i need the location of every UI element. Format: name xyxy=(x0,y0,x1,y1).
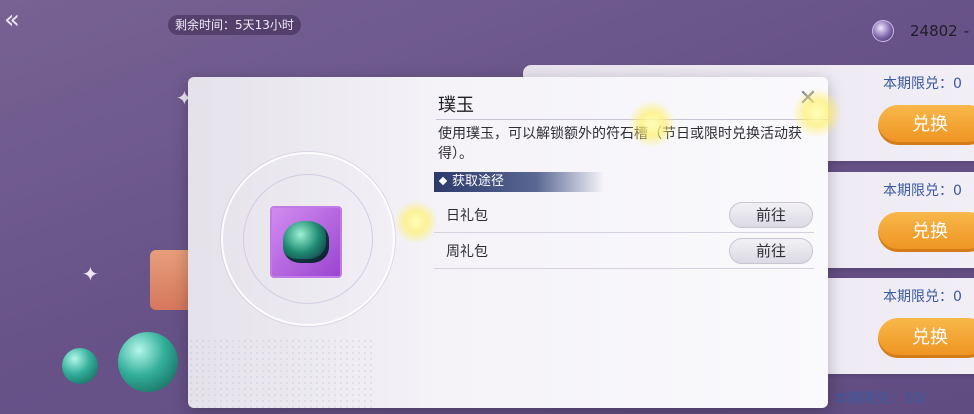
limit-label: 本期限兑：0 xyxy=(883,76,962,92)
item-title: 璞玉 xyxy=(438,95,474,116)
currency-amount: 24802 xyxy=(910,22,958,40)
diamond-bullet-icon xyxy=(438,176,448,185)
source-row: 周礼包 前往 xyxy=(434,233,814,269)
time-remaining-badge: 剩余时间：5天13小时 xyxy=(168,15,301,35)
sparkle-icon: ✦ xyxy=(82,262,99,286)
exchange-button[interactable]: 兑换 xyxy=(878,212,974,252)
glow-sparkle-decoration xyxy=(394,200,438,244)
source-label: 周礼包 xyxy=(446,244,488,260)
helmet-gem-icon xyxy=(283,221,329,263)
source-label: 日礼包 xyxy=(446,208,488,224)
glow-sparkle-decoration xyxy=(792,88,842,138)
back-arrow-icon[interactable]: « xyxy=(4,6,38,34)
acquire-section-header: 获取途径 xyxy=(434,172,604,192)
orb-decoration xyxy=(62,348,98,384)
item-icon-frame xyxy=(270,206,342,278)
source-row: 日礼包 前往 xyxy=(434,197,814,233)
exchange-button[interactable]: 兑换 xyxy=(878,105,974,145)
limit-label: 本期限兑：10/ xyxy=(834,391,927,407)
limit-label: 本期限兑：0 xyxy=(883,183,962,199)
orb-decoration xyxy=(118,332,178,392)
exchange-button[interactable]: 兑换 xyxy=(878,318,974,358)
gem-icon xyxy=(872,20,894,42)
currency-suffix: - xyxy=(963,22,970,40)
item-info-dialog: 璞玉 使用璞玉，可以解锁额外的符石槽（节日或限时兑换活动获得）。 获取途径 日礼… xyxy=(188,77,828,408)
glow-sparkle-decoration xyxy=(628,100,676,148)
go-button[interactable]: 前往 xyxy=(729,238,813,264)
dust-decoration xyxy=(188,338,374,408)
go-button[interactable]: 前往 xyxy=(729,202,813,228)
currency-display: 24802 - xyxy=(872,20,969,42)
limit-label: 本期限兑：0 xyxy=(883,289,962,305)
section-header-label: 获取途径 xyxy=(452,174,505,189)
